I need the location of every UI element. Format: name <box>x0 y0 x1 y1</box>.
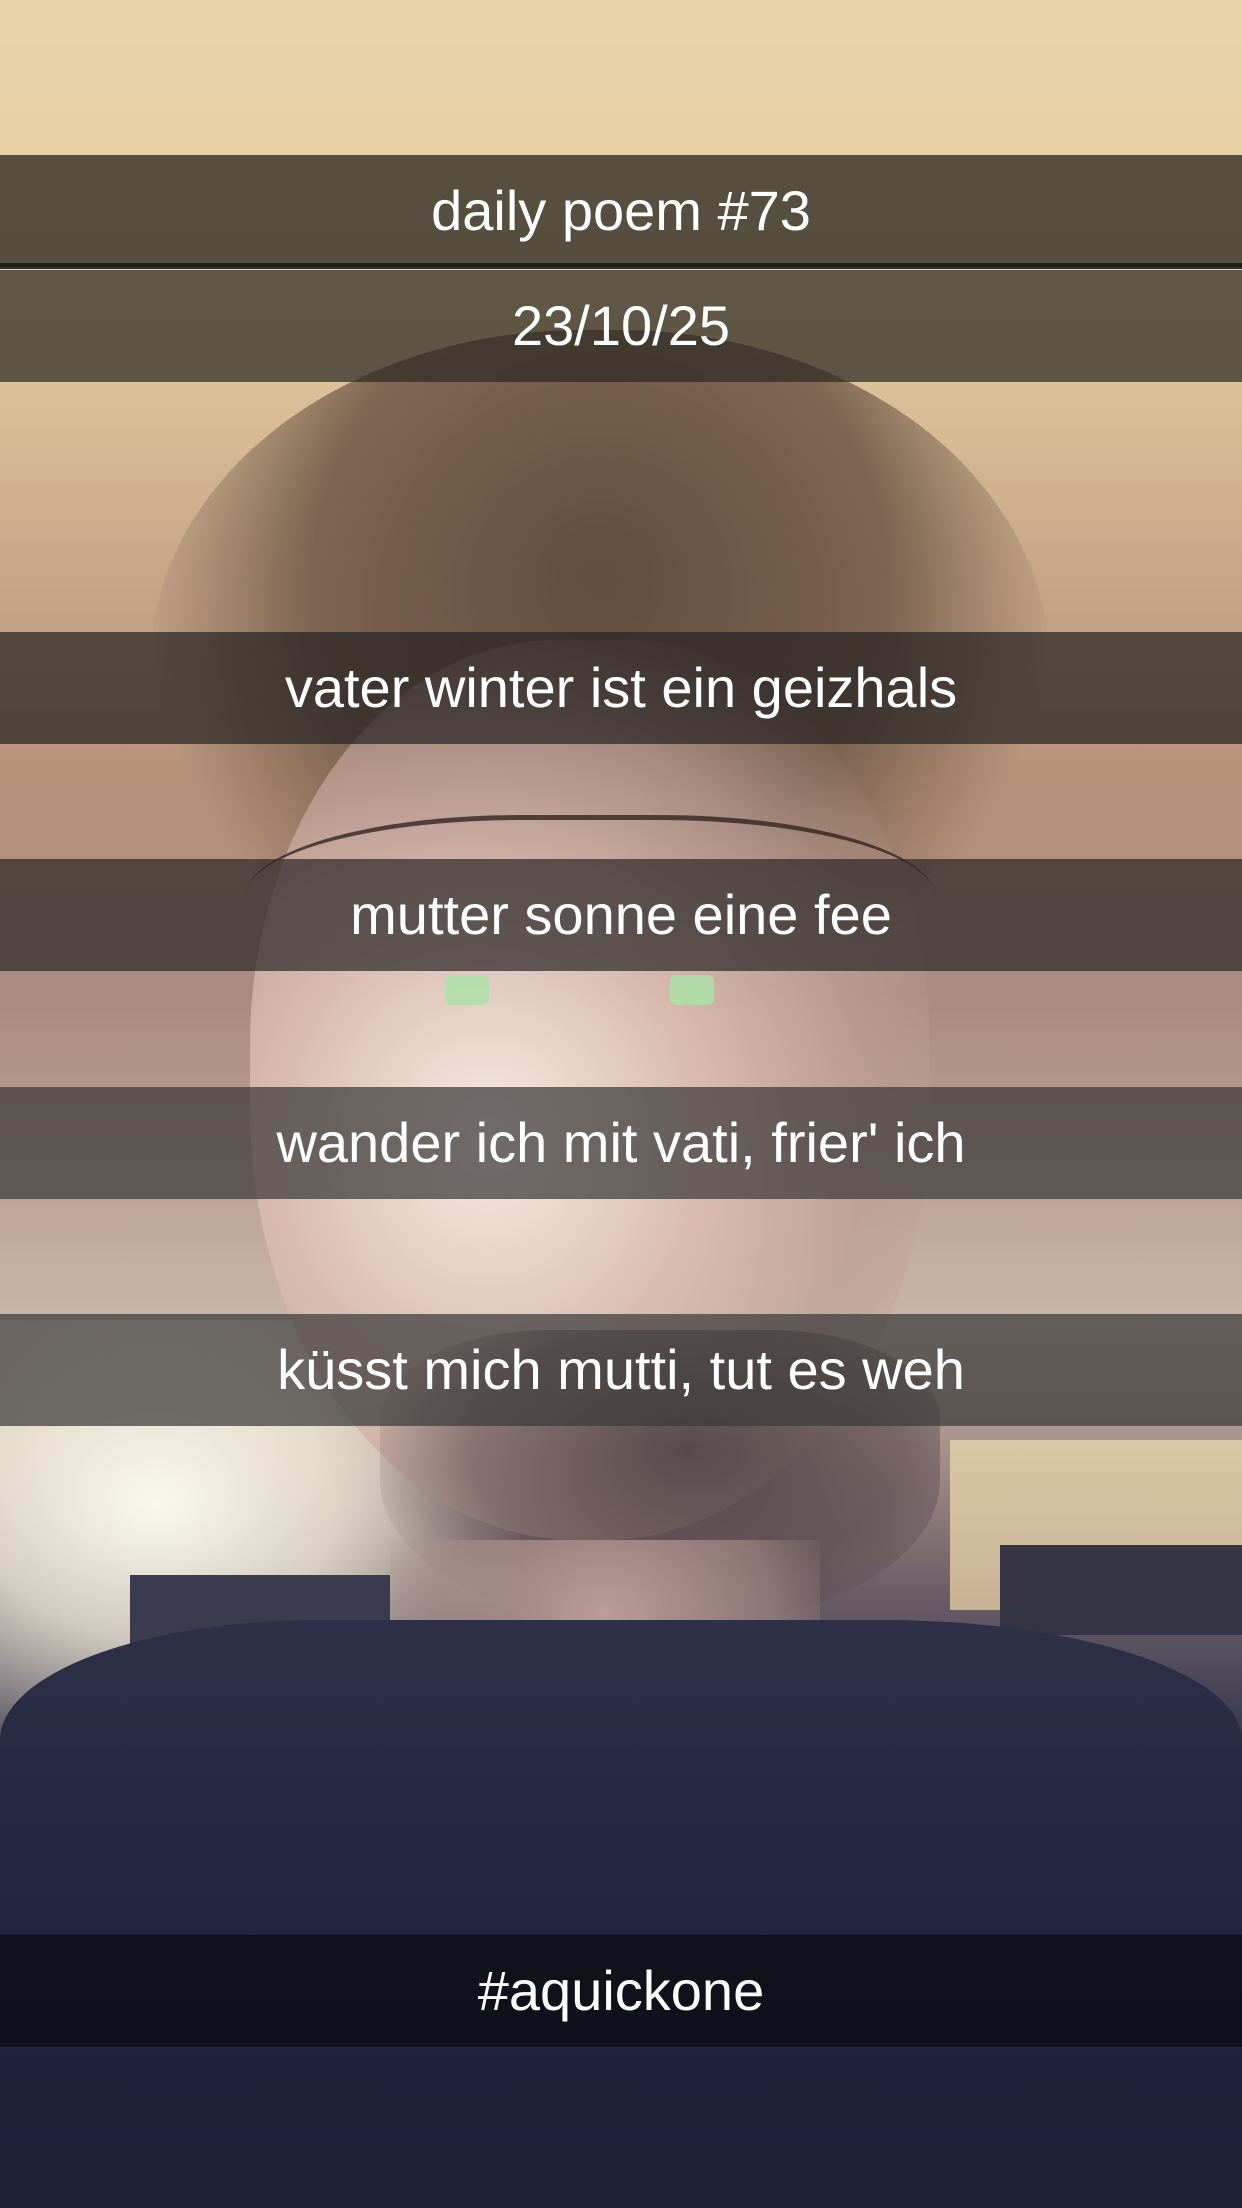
hashtag-caption[interactable]: #aquickone <box>0 1935 1242 2047</box>
poem-line-1-caption[interactable]: vater winter ist ein geizhals <box>0 632 1242 744</box>
poem-line-4: küsst mich mutti, tut es weh <box>277 1338 965 1401</box>
window-dark <box>1000 1545 1242 1635</box>
poem-line-2: mutter sonne eine fee <box>350 883 892 946</box>
poem-date-caption[interactable]: 23/10/25 <box>0 270 1242 382</box>
hashtag: #aquickone <box>477 1959 765 2022</box>
left-lens-glint <box>445 975 489 1005</box>
poem-date: 23/10/25 <box>512 294 730 357</box>
poem-title: daily poem #73 <box>431 179 811 242</box>
poem-line-2-caption[interactable]: mutter sonne eine fee <box>0 859 1242 971</box>
right-lens-glint <box>670 975 714 1005</box>
shirt <box>0 1620 1242 2208</box>
poem-line-3: wander ich mit vati, frier' ich <box>276 1111 966 1174</box>
poem-line-4-caption[interactable]: küsst mich mutti, tut es weh <box>0 1314 1242 1426</box>
poem-line-1: vater winter ist ein geizhals <box>284 656 958 719</box>
story-canvas: daily poem #73 23/10/25 vater winter ist… <box>0 0 1242 2208</box>
poem-line-3-caption[interactable]: wander ich mit vati, frier' ich <box>0 1087 1242 1199</box>
poem-title-caption[interactable]: daily poem #73 <box>0 155 1242 267</box>
caption-divider <box>0 263 1242 269</box>
